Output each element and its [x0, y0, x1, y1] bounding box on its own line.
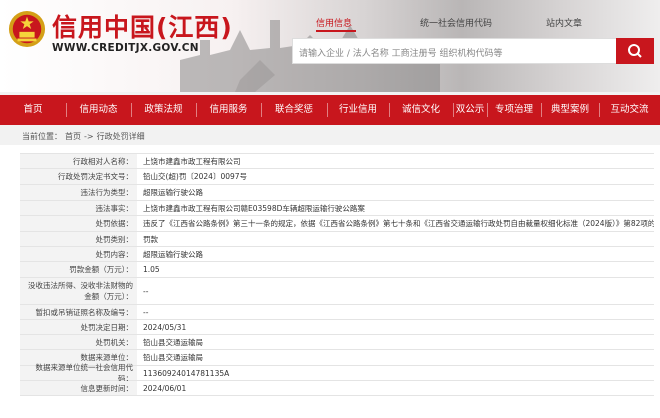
table-row: 暂扣或吊销证照名称及编号： -- — [20, 305, 654, 320]
row-value: 11360924014781135A — [143, 368, 230, 378]
site-logo-title[interactable]: 信用中国(江西) — [52, 8, 233, 44]
row-value: 罚款 — [143, 234, 158, 244]
row-label: 处罚依据： — [20, 216, 137, 231]
breadcrumb-current: 行政处罚详细 — [96, 132, 145, 141]
breadcrumb-separator: -> — [84, 132, 94, 141]
row-label: 没收违法所得、没收非法财物的金额（万元）： — [20, 278, 137, 304]
row-label: 违法事实： — [20, 201, 137, 215]
row-value: 铅山交(超)罚〔2024〕0097号 — [143, 172, 248, 181]
table-row: 数据来源单位统一社会信用代码： 11360924014781135A — [20, 363, 654, 383]
nav-item-double-disclosure[interactable]: 双公示 — [453, 95, 487, 125]
nav-item-credit-services[interactable]: 信用服务 — [196, 95, 261, 125]
site-header: 信用中国(江西) WWW.CREDITJX.GOV.CN 信用信息 统一社会信用… — [0, 0, 660, 92]
site-logo-url: WWW.CREDITJX.GOV.CN — [52, 42, 199, 54]
row-value: -- — [143, 307, 149, 317]
table-row: 没收违法所得、没收非法财物的金额（万元）： -- — [20, 278, 654, 305]
table-row: 行政相对人名称： 上饶市建鑫市政工程有限公司 — [20, 154, 654, 169]
breadcrumb: 当前位置： 首页 -> 行政处罚详细 — [22, 131, 148, 142]
row-value: 铅山县交通运输局 — [143, 337, 203, 347]
row-value: 上饶市建鑫市政工程有限公司 — [143, 156, 241, 166]
row-label: 处罚内容： — [20, 247, 137, 261]
search-input[interactable]: 请输入企业 / 法人名称 工商注册号 组织机构代码等 — [292, 38, 616, 64]
row-label: 数据来源单位统一社会信用代码： — [20, 363, 137, 383]
main-nav: 首页 信用动态 政策法规 信用服务 联合奖惩 行业信用 诚信文化 双公示 专项治… — [0, 95, 660, 125]
search-tab-credit-code[interactable]: 统一社会信用代码 — [420, 16, 492, 29]
nav-item-integrity-culture[interactable]: 诚信文化 — [389, 95, 453, 125]
table-row: 违法行为类型： 超限运输行驶公路 — [20, 185, 654, 201]
row-label: 信息更新时间： — [20, 381, 137, 395]
table-row: 违法事实： 上饶市建鑫市政工程有限公司赣E03598D车辆超限运输行驶公路案 — [20, 201, 654, 216]
active-tab-underline — [316, 30, 356, 32]
row-value: -- — [143, 286, 149, 296]
nav-item-typical-cases[interactable]: 典型案例 — [541, 95, 599, 125]
row-label: 罚款金额（万元）： — [20, 262, 137, 277]
search-button[interactable] — [616, 38, 654, 64]
row-label: 暂扣或吊销证照名称及编号： — [20, 305, 137, 319]
row-label: 处罚类别： — [20, 232, 137, 246]
nav-item-credit-news[interactable]: 信用动态 — [66, 95, 131, 125]
row-value: 1.05 — [143, 265, 160, 274]
row-value: 上饶市建鑫市政工程有限公司赣E03598D车辆超限运输行驶公路案 — [143, 203, 365, 213]
row-label: 行政处罚决定书文号： — [20, 169, 137, 184]
table-row: 处罚决定日期： 2024/05/31 — [20, 320, 654, 335]
search-icon — [628, 44, 642, 58]
table-row: 处罚依据： 违反了《江西省公路条例》第三十一条的规定，依据《江西省公路条例》第七… — [20, 216, 654, 232]
national-emblem-icon — [8, 10, 46, 48]
search-tab-site-articles[interactable]: 站内文章 — [546, 16, 582, 29]
row-label: 违法行为类型： — [20, 185, 137, 200]
nav-item-policies[interactable]: 政策法规 — [131, 95, 196, 125]
row-value: 2024/05/31 — [143, 322, 187, 332]
table-row: 处罚类别： 罚款 — [20, 232, 654, 247]
row-value: 超限运输行驶公路 — [143, 188, 203, 197]
search-tab-credit-info[interactable]: 信用信息 — [316, 16, 352, 29]
detail-panel: 行政相对人名称： 上饶市建鑫市政工程有限公司 行政处罚决定书文号： 铅山交(超)… — [0, 145, 660, 418]
row-value: 违反了《江西省公路条例》第三十一条的规定，依据《江西省公路条例》第七十条和《江西… — [143, 219, 654, 228]
row-value: 超限运输行驶公路 — [143, 249, 203, 259]
table-row: 行政处罚决定书文号： 铅山交(超)罚〔2024〕0097号 — [20, 169, 654, 185]
search-tabs: 信用信息 统一社会信用代码 站内文章 — [296, 16, 656, 36]
nav-item-special-governance[interactable]: 专项治理 — [487, 95, 541, 125]
row-label: 行政相对人名称： — [20, 154, 137, 168]
row-value: 2024/06/01 — [143, 383, 187, 393]
nav-item-interaction[interactable]: 互动交流 — [599, 95, 660, 125]
row-label: 处罚决定日期： — [20, 320, 137, 334]
penalty-detail-table: 行政相对人名称： 上饶市建鑫市政工程有限公司 行政处罚决定书文号： 铅山交(超)… — [20, 153, 654, 396]
nav-item-home[interactable]: 首页 — [0, 95, 66, 125]
breadcrumb-home-link[interactable]: 首页 — [65, 132, 81, 141]
breadcrumb-prefix: 当前位置： — [22, 132, 62, 141]
row-label: 处罚机关： — [20, 335, 137, 349]
table-row: 信息更新时间： 2024/06/01 — [20, 381, 654, 396]
table-row: 处罚机关： 铅山县交通运输局 — [20, 335, 654, 350]
table-row: 处罚内容： 超限运输行驶公路 — [20, 247, 654, 262]
nav-item-industry-credit[interactable]: 行业信用 — [327, 95, 389, 125]
table-row: 罚款金额（万元）： 1.05 — [20, 262, 654, 278]
nav-item-joint-rewards[interactable]: 联合奖惩 — [261, 95, 327, 125]
row-value: 铅山县交通运输局 — [143, 353, 203, 362]
